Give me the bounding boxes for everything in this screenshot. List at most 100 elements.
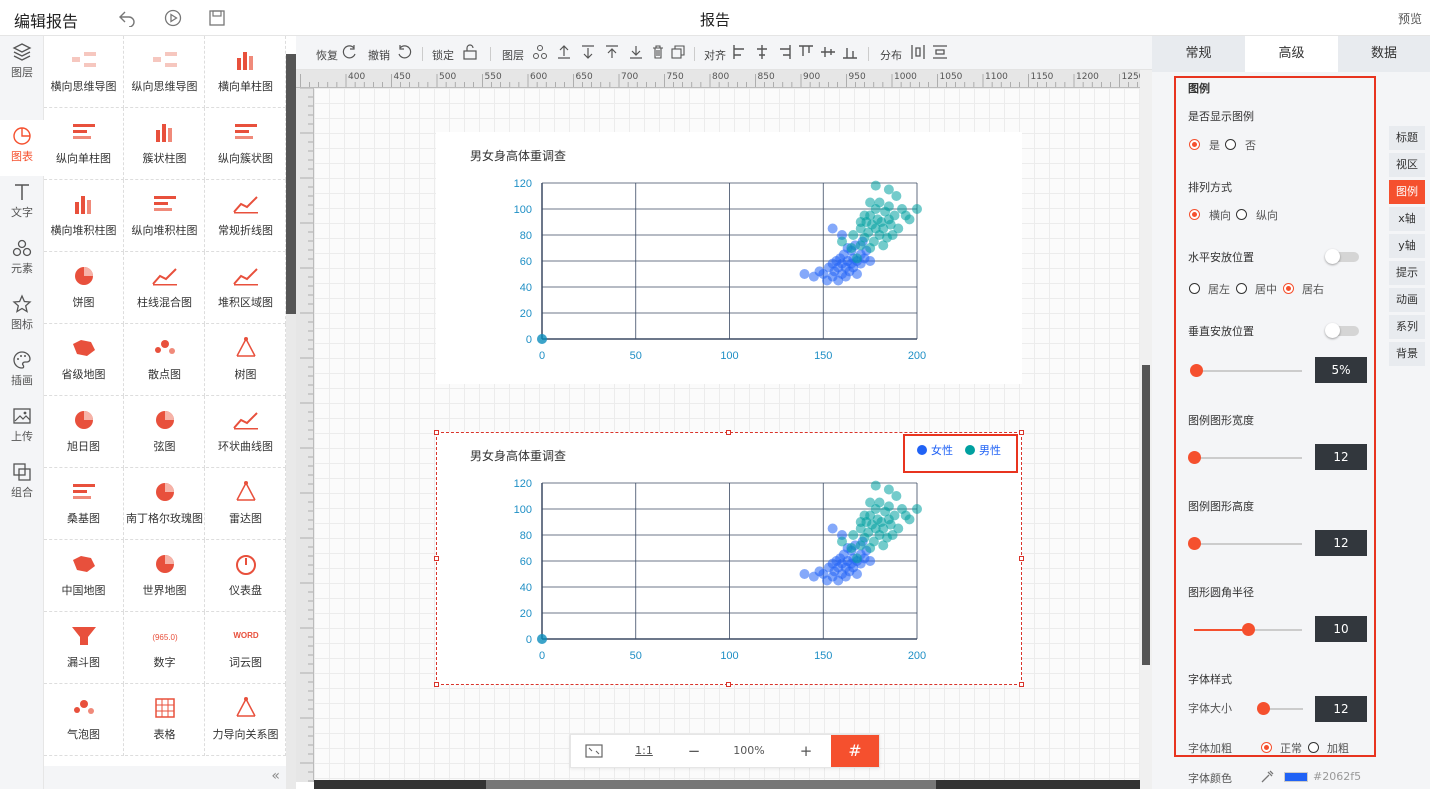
bring-to-front-icon[interactable] <box>604 44 620 60</box>
palette-item[interactable]: 雷达图 <box>206 468 286 540</box>
palette-item[interactable]: (965.0) 数字 <box>125 612 205 684</box>
send-backward-icon[interactable] <box>580 44 596 60</box>
align-center-h-icon[interactable] <box>754 44 770 60</box>
distribute-h-icon[interactable] <box>910 44 926 60</box>
cluster-bar-icon <box>155 124 172 142</box>
tab-general[interactable]: 常规 <box>1152 36 1245 72</box>
palette-item[interactable]: 弦图 <box>125 396 205 468</box>
palette-item[interactable]: 漏斗图 <box>44 612 124 684</box>
canvas-vertical-scrollbar[interactable] <box>1140 70 1152 789</box>
canvas-hscroll-thumb[interactable] <box>486 780 936 789</box>
redo-button[interactable]: 恢复 <box>316 47 338 63</box>
bring-forward-icon[interactable] <box>556 44 572 60</box>
fit-screen-button[interactable] <box>571 735 617 767</box>
copy-icon[interactable] <box>670 44 686 60</box>
sidebar-item-icons[interactable]: 图标 <box>0 288 44 344</box>
zoom-in-button[interactable]: + <box>781 735 831 767</box>
lock-icon[interactable] <box>462 44 478 60</box>
resize-handle-se[interactable] <box>1019 682 1024 687</box>
sidebar-item-elements[interactable]: 元素 <box>0 232 44 288</box>
palette-item[interactable]: 堆积区域图 <box>206 252 286 324</box>
palette-scrollbar[interactable] <box>286 54 296 789</box>
resize-handle-nw[interactable] <box>434 430 439 435</box>
resize-handle-ne[interactable] <box>1019 430 1024 435</box>
scatter-chart-1[interactable]: 男女身高体重调查 0 20 40 60 80 100 120 0 50 100 150 200 <box>436 132 1022 384</box>
send-to-back-icon[interactable] <box>628 44 644 60</box>
distribute-v-icon[interactable] <box>932 44 948 60</box>
delete-icon[interactable] <box>650 44 666 60</box>
resize-handle-e[interactable] <box>1019 556 1024 561</box>
undo-button[interactable]: 撤销 <box>368 47 390 63</box>
lock-button[interactable]: 锁定 <box>432 47 454 63</box>
tree-icon <box>235 337 256 357</box>
layer-group-icon[interactable] <box>532 44 548 60</box>
side-tab[interactable]: 背景 <box>1389 342 1425 366</box>
palette-item[interactable]: 簇状柱图 <box>125 108 205 180</box>
grid-toggle-button[interactable]: # <box>831 735 879 767</box>
palette-item[interactable]: 旭日图 <box>44 396 124 468</box>
sidebar-item-illustrations[interactable]: 插画 <box>0 344 44 400</box>
palette-item[interactable]: 横向思维导图 <box>44 36 124 108</box>
side-tab[interactable]: 标题 <box>1389 126 1425 150</box>
align-middle-v-icon[interactable] <box>820 44 836 60</box>
palette-item[interactable]: 树图 <box>206 324 286 396</box>
resize-handle-n[interactable] <box>726 430 731 435</box>
palette-item[interactable]: 世界地图 <box>125 540 205 612</box>
palette-item[interactable]: 省级地图 <box>44 324 124 396</box>
resize-handle-w[interactable] <box>434 556 439 561</box>
tab-advanced[interactable]: 高级 <box>1245 36 1338 72</box>
preview-button[interactable]: 预览 <box>1398 10 1422 27</box>
canvas-scroll-thumb[interactable] <box>1142 365 1150 665</box>
palette-item[interactable]: 散点图 <box>125 324 205 396</box>
y-tick-label: 60 <box>520 256 532 268</box>
align-top-icon[interactable] <box>798 44 814 60</box>
side-tab[interactable]: y轴 <box>1389 234 1425 258</box>
redo-icon[interactable] <box>342 44 358 60</box>
align-right-icon[interactable] <box>776 44 792 60</box>
resize-handle-sw[interactable] <box>434 682 439 687</box>
side-tab[interactable]: 系列 <box>1389 315 1425 339</box>
sidebar-item-text[interactable]: 文字 <box>0 176 44 232</box>
align-left-icon[interactable] <box>732 44 748 60</box>
palette-item[interactable]: 纵向思维导图 <box>125 36 205 108</box>
palette-item[interactable]: 纵向堆积柱图 <box>125 180 205 252</box>
side-tab[interactable]: 图例 <box>1389 180 1425 204</box>
palette-item[interactable]: 桑基图 <box>44 468 124 540</box>
zoom-out-button[interactable]: − <box>671 735 717 767</box>
palette-item[interactable]: 柱线混合图 <box>125 252 205 324</box>
side-tab[interactable]: x轴 <box>1389 207 1425 231</box>
palette-item[interactable]: 表格 <box>125 684 205 756</box>
palette-item[interactable]: 气泡图 <box>44 684 124 756</box>
undo-icon[interactable] <box>396 44 412 60</box>
align-bottom-icon[interactable] <box>842 44 858 60</box>
palette-item[interactable]: 环状曲线图 <box>206 396 286 468</box>
palette-item[interactable]: 纵向簇状图 <box>206 108 286 180</box>
palette-item[interactable]: 力导向关系图 <box>206 684 286 756</box>
sidebar-item-charts[interactable]: 图表 <box>0 120 44 176</box>
palette-item-label: 雷达图 <box>229 512 262 525</box>
side-tab[interactable]: 提示 <box>1389 261 1425 285</box>
canvas-horizontal-scrollbar[interactable] <box>314 780 1140 789</box>
resize-handle-s[interactable] <box>726 682 731 687</box>
palette-item[interactable]: 横向堆积柱图 <box>44 180 124 252</box>
side-tab[interactable]: 视区 <box>1389 153 1425 177</box>
palette-item[interactable]: 仪表盘 <box>206 540 286 612</box>
eyedropper-icon[interactable] <box>1260 770 1274 784</box>
actual-size-button[interactable]: 1:1 <box>621 735 667 767</box>
side-tab[interactable]: 动画 <box>1389 288 1425 312</box>
sidebar-item-group[interactable]: 组合 <box>0 456 44 512</box>
palette-item[interactable]: 饼图 <box>44 252 124 324</box>
palette-scroll-thumb[interactable] <box>286 54 296 314</box>
tab-data[interactable]: 数据 <box>1338 36 1430 72</box>
font-color-swatch[interactable] <box>1284 772 1308 782</box>
palette-item[interactable]: 常规折线图 <box>206 180 286 252</box>
palette-item[interactable]: 纵向单柱图 <box>44 108 124 180</box>
sidebar-item-layers[interactable]: 图层 <box>0 36 44 92</box>
palette-item[interactable]: 横向单柱图 <box>206 36 286 108</box>
palette-item[interactable]: 南丁格尔玫瑰图 <box>125 468 205 540</box>
palette-item[interactable]: WORD 词云图 <box>206 612 286 684</box>
sidebar-item-label: 上传 <box>11 430 33 443</box>
collapse-icon[interactable]: « <box>271 768 280 784</box>
palette-item[interactable]: 中国地图 <box>44 540 124 612</box>
sidebar-item-upload[interactable]: 上传 <box>0 400 44 456</box>
